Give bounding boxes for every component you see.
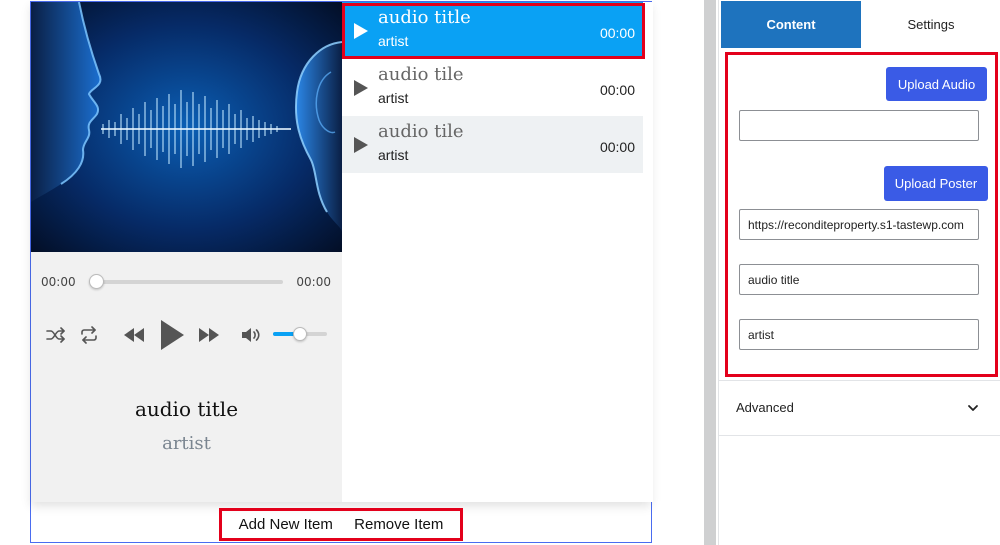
duration-time: 00:00 <box>296 275 331 289</box>
fast-forward-button[interactable] <box>197 324 221 346</box>
current-time: 00:00 <box>41 275 76 289</box>
volume-icon <box>242 328 260 342</box>
editor-canvas: 00:00 00:00 audio title artist audio tit… <box>0 0 1000 545</box>
upload-poster-button[interactable]: Upload Poster <box>884 166 988 201</box>
volume-handle[interactable] <box>293 327 307 341</box>
mute-button[interactable] <box>240 324 262 346</box>
now-playing-title: audio title <box>134 397 239 421</box>
tab-settings[interactable]: Settings <box>861 1 1000 48</box>
chevron-down-icon <box>968 405 978 411</box>
upload-audio-button[interactable]: Upload Audio <box>886 67 987 101</box>
panel-resize-divider[interactable] <box>704 0 716 545</box>
shuffle-icon <box>46 327 65 343</box>
player-card: 00:00 00:00 audio title artist audio tit… <box>31 2 653 502</box>
playlist-item-artist: artist <box>378 90 409 106</box>
poster-image <box>31 2 342 252</box>
play-button[interactable] <box>157 318 187 352</box>
playlist-item-time: 00:00 <box>599 139 635 155</box>
playlist-item-artist: artist <box>378 147 409 163</box>
item-actions-bar: Add New Item Remove Item <box>219 508 463 541</box>
advanced-section-toggle[interactable]: Advanced <box>719 380 1000 436</box>
shuffle-button[interactable] <box>45 324 67 346</box>
tab-content[interactable]: Content <box>721 1 861 48</box>
poster-url-input[interactable]: https://reconditeproperty.s1-tastewp.com <box>739 209 979 240</box>
playlist-item-artist: artist <box>378 33 409 49</box>
seek-bar[interactable] <box>91 280 283 284</box>
playlist-item-title: audio tile <box>378 64 464 85</box>
block-settings-sidebar: Content Settings Upload Audio Upload Pos… <box>718 0 1000 545</box>
content-panel: Upload Audio Upload Poster https://recon… <box>725 52 998 377</box>
playlist-item-time: 00:00 <box>599 25 635 41</box>
play-icon <box>354 137 368 153</box>
playlist-item-title: audio title <box>378 7 471 28</box>
fast-forward-icon <box>199 328 219 342</box>
artist-input[interactable]: artist <box>739 319 979 350</box>
add-new-item-button[interactable]: Add New Item <box>239 516 333 533</box>
title-input[interactable]: audio title <box>739 264 979 295</box>
playlist-item-time: 00:00 <box>599 82 635 98</box>
playlist-item-title: audio tile <box>378 121 464 142</box>
play-icon <box>161 320 184 350</box>
play-icon <box>354 80 368 96</box>
advanced-label: Advanced <box>736 400 794 415</box>
play-icon <box>354 23 368 39</box>
rewind-icon <box>124 328 144 342</box>
playlist-item[interactable]: audio title artist 00:00 <box>342 2 643 59</box>
repeat-icon <box>81 326 97 344</box>
audio-player-block[interactable]: 00:00 00:00 audio title artist audio tit… <box>30 1 653 543</box>
playlist: audio title artist 00:00 audio tile arti… <box>342 2 653 502</box>
audio-url-input[interactable] <box>739 110 979 141</box>
playlist-item[interactable]: audio tile artist 00:00 <box>342 116 643 173</box>
remove-item-button[interactable]: Remove Item <box>354 516 443 533</box>
playlist-item[interactable]: audio tile artist 00:00 <box>342 59 643 116</box>
repeat-button[interactable] <box>78 324 100 346</box>
player-main-panel: 00:00 00:00 audio title artist <box>31 2 342 502</box>
seek-handle[interactable] <box>89 274 104 289</box>
now-playing-artist: artist <box>162 433 211 454</box>
rewind-button[interactable] <box>122 324 146 346</box>
